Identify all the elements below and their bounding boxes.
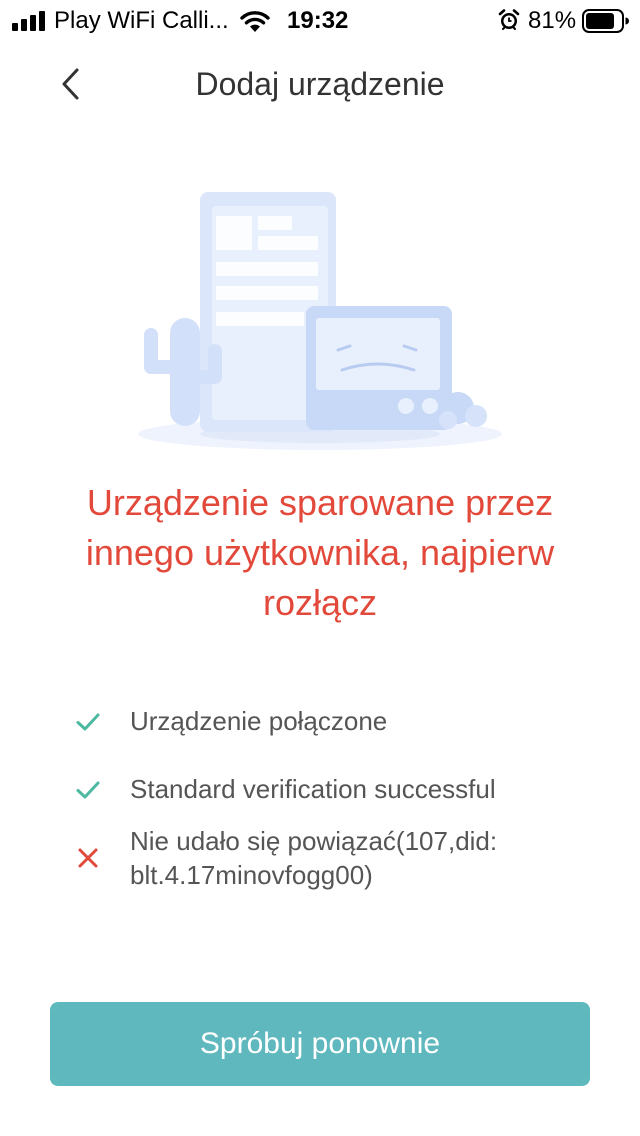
error-message: Urządzenie sparowane przez innego użytko… [85,482,555,623]
signal-icon [12,11,48,31]
step-text: Standard verification successful [130,774,496,804]
check-icon [76,781,100,799]
clock: 19:32 [287,7,349,34]
battery-icon [582,9,629,33]
step-text: Urządzenie połączone [130,706,388,736]
device-disconnected-illustration [138,192,502,450]
wifi-icon [240,11,270,32]
retry-button[interactable]: Spróbuj ponownie [50,1002,590,1086]
check-icon [76,713,100,731]
cross-icon [78,848,98,868]
status-bar: Play WiFi Calli... 19:32 81% [0,0,640,40]
step-text: Nie udało się powiązać(107,did: blt.4.17… [130,826,498,890]
battery-percentage: 81% [528,7,577,34]
carrier-name: Play WiFi Calli... [54,7,229,34]
alarm-icon [498,9,520,30]
page-title: Dodaj urządzenie [195,66,445,102]
